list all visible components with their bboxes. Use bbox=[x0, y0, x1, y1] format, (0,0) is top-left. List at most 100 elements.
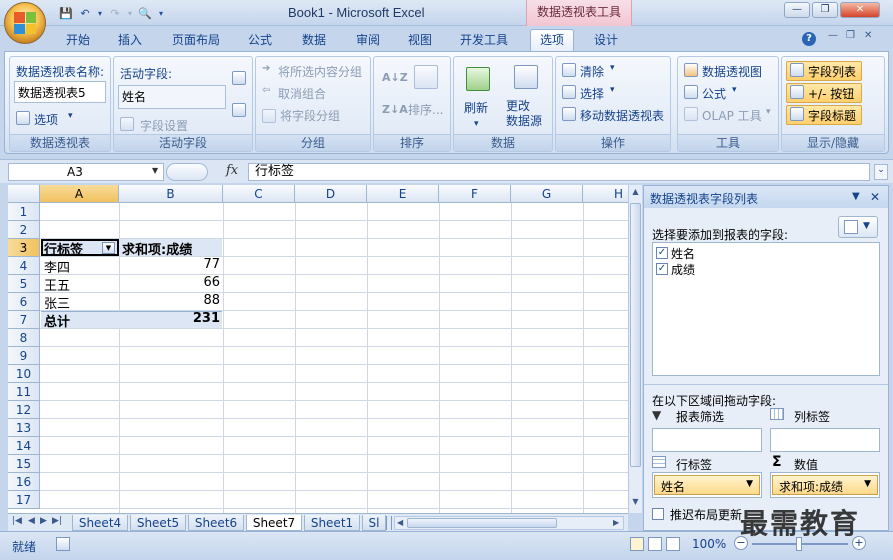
last-sheet-icon[interactable]: ▶| bbox=[52, 516, 62, 526]
tab-formulas[interactable]: 公式 bbox=[240, 30, 280, 50]
refresh-button[interactable]: 刷新 bbox=[464, 99, 488, 116]
sheet-tab[interactable]: Sheet5 bbox=[130, 515, 186, 531]
name-box-dropdown-icon[interactable]: ▼ bbox=[152, 166, 158, 175]
minimize-button[interactable]: — bbox=[784, 2, 810, 18]
field-name[interactable]: 姓名 bbox=[671, 245, 695, 262]
help-icon[interactable]: ? bbox=[802, 32, 816, 46]
column-header[interactable]: F bbox=[439, 185, 511, 203]
select-dropdown-icon[interactable]: ▾ bbox=[610, 85, 615, 95]
sheet-tab[interactable]: Sheet4 bbox=[72, 515, 128, 531]
options-button[interactable]: 选项 bbox=[34, 111, 58, 128]
worksheet-grid[interactable]: A B C D E F G H 1 2 3 4 5 6 7 8 9 10 11 12 13 14 15 16 1… bbox=[8, 185, 628, 513]
ribbon-restore-icon[interactable]: ❐ bbox=[846, 30, 855, 41]
scroll-right-icon[interactable]: ▶ bbox=[613, 518, 619, 527]
value-field-chip[interactable]: 求和项:成绩 ▼ bbox=[772, 475, 878, 495]
macro-record-icon[interactable] bbox=[56, 537, 70, 551]
group-selection-button[interactable]: 将所选内容分组 bbox=[278, 63, 362, 80]
row-header[interactable]: 15 bbox=[8, 455, 40, 473]
horizontal-scrollbar[interactable]: ◀ ▶ bbox=[394, 516, 624, 530]
olap-dropdown-icon[interactable]: ▾ bbox=[766, 107, 771, 117]
tab-view[interactable]: 视图 bbox=[400, 30, 440, 50]
print-preview-icon[interactable]: 🔍 bbox=[137, 5, 153, 21]
row-header[interactable]: 4 bbox=[8, 257, 40, 275]
row-header[interactable]: 8 bbox=[8, 329, 40, 347]
row-header[interactable]: 2 bbox=[8, 221, 40, 239]
column-header[interactable]: B bbox=[119, 185, 223, 203]
pivot-total-value[interactable]: 231 bbox=[120, 311, 220, 326]
field-name[interactable]: 成绩 bbox=[671, 261, 695, 278]
row-field-dropdown-icon[interactable]: ▼ bbox=[746, 479, 753, 489]
page-break-view-icon[interactable] bbox=[666, 537, 680, 551]
row-header[interactable]: 12 bbox=[8, 401, 40, 419]
tab-review[interactable]: 审阅 bbox=[348, 30, 388, 50]
change-source-button[interactable]: 更改 数据源 bbox=[506, 99, 542, 129]
pivot-row-value[interactable]: 88 bbox=[120, 293, 220, 308]
name-box[interactable]: A3 bbox=[8, 163, 164, 181]
active-field-input[interactable]: 姓名 bbox=[118, 85, 226, 109]
row-header[interactable]: 11 bbox=[8, 383, 40, 401]
clear-button[interactable]: 清除 bbox=[580, 63, 604, 80]
column-header[interactable]: D bbox=[295, 185, 367, 203]
clear-dropdown-icon[interactable]: ▾ bbox=[610, 63, 615, 73]
close-button[interactable]: ✕ bbox=[840, 2, 880, 18]
tab-developer[interactable]: 开发工具 bbox=[454, 30, 514, 50]
pivot-row-name[interactable]: 李四 bbox=[44, 257, 70, 276]
expand-formula-icon[interactable]: ⌄ bbox=[874, 164, 888, 180]
field-settings-button[interactable]: 字段设置 bbox=[140, 117, 188, 134]
row-header[interactable]: 6 bbox=[8, 293, 40, 311]
pivot-row-name[interactable]: 王五 bbox=[44, 275, 70, 294]
column-header[interactable]: G bbox=[511, 185, 583, 203]
options-dropdown-icon[interactable]: ▾ bbox=[68, 111, 73, 121]
formulas-button[interactable]: 公式 bbox=[702, 85, 726, 102]
pane-splitter[interactable] bbox=[644, 384, 888, 388]
ribbon-minimize-icon[interactable]: — bbox=[828, 30, 838, 41]
page-layout-view-icon[interactable] bbox=[648, 537, 662, 551]
tab-insert[interactable]: 插入 bbox=[110, 30, 150, 50]
sort-asc-icon[interactable]: A↓Z bbox=[382, 71, 408, 84]
value-field-dropdown-icon[interactable]: ▼ bbox=[864, 479, 871, 489]
group-field-button[interactable]: 将字段分组 bbox=[280, 107, 340, 124]
pivot-value-header[interactable]: 求和项:成绩 bbox=[122, 239, 192, 258]
redo-icon[interactable]: ↷ bbox=[107, 5, 123, 21]
row-label-filter-icon[interactable]: ▼ bbox=[102, 242, 115, 254]
pivot-row-value[interactable]: 77 bbox=[120, 257, 220, 272]
fx-button[interactable]: fx bbox=[226, 163, 238, 178]
row-header[interactable]: 9 bbox=[8, 347, 40, 365]
prev-sheet-icon[interactable]: ◀ bbox=[28, 516, 35, 526]
undo-dropdown-icon[interactable]: ▾ bbox=[96, 5, 104, 21]
report-filter-area[interactable] bbox=[652, 428, 762, 452]
pivotchart-button[interactable]: 数据透视图 bbox=[702, 63, 762, 80]
save-icon[interactable]: 💾 bbox=[58, 5, 74, 21]
field-checkbox[interactable]: ✓ bbox=[656, 247, 668, 259]
sheet-tab-active[interactable]: Sheet7 bbox=[246, 515, 302, 531]
move-pivot-button[interactable]: 移动数据透视表 bbox=[580, 107, 664, 124]
select-button[interactable]: 选择 bbox=[580, 85, 604, 102]
pane-options-icon[interactable]: ▼ bbox=[852, 191, 860, 202]
pivot-name-input[interactable]: 数据透视表5 bbox=[14, 81, 106, 103]
row-header[interactable]: 16 bbox=[8, 473, 40, 491]
office-button[interactable] bbox=[4, 2, 46, 44]
row-header[interactable]: 5 bbox=[8, 275, 40, 293]
row-header[interactable]: 3 bbox=[8, 239, 40, 257]
pane-close-icon[interactable]: ✕ bbox=[870, 190, 880, 204]
row-header[interactable]: 13 bbox=[8, 419, 40, 437]
tab-home[interactable]: 开始 bbox=[58, 30, 98, 50]
pivot-row-name[interactable]: 张三 bbox=[44, 293, 70, 312]
maximize-button[interactable]: ❐ bbox=[812, 2, 838, 18]
tab-data[interactable]: 数据 bbox=[294, 30, 334, 50]
ungroup-button[interactable]: 取消组合 bbox=[278, 85, 326, 102]
next-sheet-icon[interactable]: ▶ bbox=[40, 516, 47, 526]
tab-options[interactable]: 选项 bbox=[530, 29, 574, 51]
select-all-corner[interactable] bbox=[8, 185, 40, 203]
column-labels-area[interactable] bbox=[770, 428, 880, 452]
olap-button[interactable]: OLAP 工具 bbox=[702, 107, 762, 124]
refresh-dropdown-icon[interactable]: ▾ bbox=[474, 119, 479, 129]
sort-button[interactable]: 排序... bbox=[408, 101, 443, 118]
formula-resize-handle[interactable] bbox=[166, 163, 208, 181]
vertical-scrollbar[interactable]: ▲ ▼ bbox=[628, 185, 642, 513]
ribbon-close-icon[interactable]: ✕ bbox=[864, 30, 872, 41]
row-header[interactable]: 10 bbox=[8, 365, 40, 383]
undo-icon[interactable]: ↶ bbox=[77, 5, 93, 21]
formulas-dropdown-icon[interactable]: ▾ bbox=[732, 85, 737, 95]
scroll-left-icon[interactable]: ◀ bbox=[397, 518, 403, 527]
